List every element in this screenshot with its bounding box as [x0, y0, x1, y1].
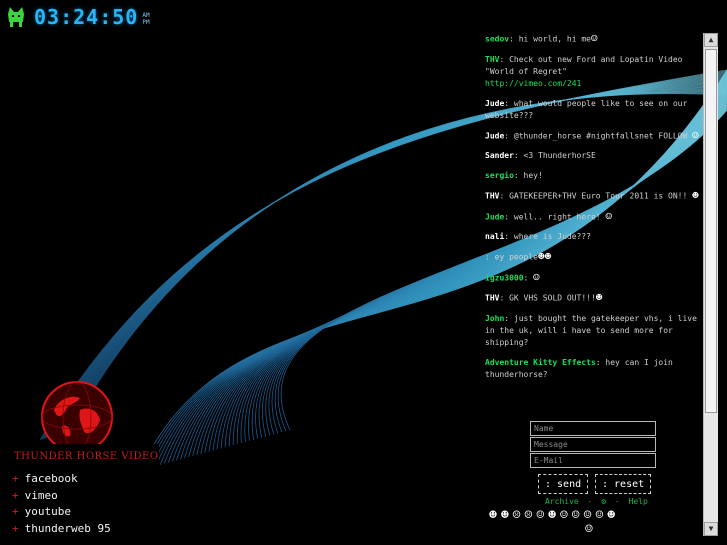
chat-message: nali: where is Jude??? [485, 232, 591, 241]
chat-message: Sander: <3 ThunderhorSE [485, 151, 596, 160]
top-bar: 03:24:50 AM PM [6, 5, 150, 29]
clock-pm: PM [142, 19, 150, 26]
smiley-icon[interactable]: ☻ [548, 508, 556, 523]
chat-text: Check out new Ford and Lopatin Video "Wo… [485, 54, 683, 76]
nav-list: + facebook + vimeo + youtube + thunderweb 95 [12, 471, 111, 537]
chat-text: : ey people [485, 252, 538, 262]
globe-logo-icon[interactable] [40, 380, 114, 454]
smiley-icon: ☺ [533, 270, 540, 284]
plus-icon: + [12, 488, 19, 502]
nav-item-label: thunderweb 95 [24, 521, 111, 535]
smiley-icon: ☻ [595, 291, 603, 304]
smiley-icon: ☺ [605, 209, 613, 223]
reset-button[interactable]: : reset [595, 474, 652, 494]
nav-item-facebook[interactable]: + facebook [12, 471, 111, 488]
settings-icon[interactable]: ⚙ [601, 497, 606, 506]
chat-text: hey! [523, 171, 543, 180]
chat-username[interactable]: John [485, 314, 504, 323]
smiley-icon: ☺ [590, 33, 598, 45]
chat-text: @thunder_horse #nightfallsnet FOLLOW [513, 131, 688, 140]
plus-icon: + [12, 505, 19, 518]
chat-username[interactable]: Jude [485, 131, 504, 140]
message-field[interactable] [530, 437, 656, 452]
email-field[interactable] [530, 453, 656, 468]
smiley-icon[interactable]: ☹ [513, 508, 521, 523]
chat-scrollbar[interactable]: ▲ ▼ [703, 33, 718, 536]
chat-message: Jude: what would people like to see on o… [485, 98, 688, 120]
smiley-icon[interactable]: ☺ [560, 508, 568, 523]
smiley-icon[interactable]: ☻ [489, 508, 497, 523]
smiley-icon[interactable]: ☺ [585, 522, 593, 537]
chat-username[interactable]: THV [485, 55, 499, 64]
chat-message: sergio: hey! [485, 171, 543, 180]
chat-text: just bought the gatekeeper vhs, i live i… [485, 313, 697, 347]
chat-username[interactable]: THV [485, 294, 499, 303]
archive-link[interactable]: Archive [545, 497, 579, 506]
chat-message: John: just bought the gatekeeper vhs, i … [485, 313, 697, 347]
site-nav: THUNDER HORSE VIDEO + facebook + vimeo + yo… [6, 444, 159, 540]
smiley-icon[interactable]: ☺ [572, 508, 580, 523]
clock-am: AM [142, 12, 150, 19]
nav-item-vimeo[interactable]: + vimeo [12, 488, 111, 505]
chat-username[interactable]: Adventure Kitty Effects [485, 358, 596, 367]
chat-message: THV: Check out new Ford and Lopatin Vide… [485, 54, 683, 88]
chat-username[interactable]: Jude [485, 99, 504, 108]
chat-username[interactable]: igzu3000 [485, 273, 524, 282]
nav-item-thunderweb[interactable]: + thunderweb 95 [12, 521, 111, 538]
chat-message: Jude: well.. right here! ☺ [485, 209, 613, 223]
plus-icon: + [12, 472, 19, 485]
chat-message: sedov: hi world, hi me☺ [485, 33, 598, 45]
clock-time: 03:24:50 [34, 5, 139, 29]
chat-text: hi world, hi me [518, 34, 591, 44]
chat-message: Jude: @thunder_horse #nightfallsnet FOLL… [485, 128, 699, 142]
smiley-icon[interactable]: ☺ [536, 508, 544, 523]
chat-username[interactable]: sergio [485, 171, 514, 180]
name-field[interactable] [530, 421, 656, 436]
footer-separator: - [614, 497, 620, 506]
smiley-icon: ☻ [692, 189, 699, 202]
chat-username[interactable]: THV [485, 192, 499, 201]
chat-text: well.. right here! [513, 212, 601, 221]
chat-username[interactable]: Jude [485, 212, 504, 221]
chat-link[interactable]: http://vimeo.com/241 [485, 79, 581, 88]
nav-item-youtube[interactable]: + youtube [12, 504, 111, 521]
chat-username[interactable]: sedov [485, 35, 509, 44]
chat-text: what would people like to see on our web… [485, 98, 688, 120]
scroll-thumb[interactable] [705, 49, 717, 413]
smiley-icon[interactable]: ☹ [524, 508, 532, 523]
nav-item-label: facebook [24, 472, 78, 485]
nav-item-label: youtube [24, 505, 71, 518]
nav-item-label: vimeo [24, 488, 58, 502]
plus-icon: + [12, 521, 19, 535]
brand-title[interactable]: THUNDER HORSE VIDEO [14, 451, 159, 462]
chat-text: where is Jude??? [513, 232, 591, 241]
chat-text: GK VHS SOLD OUT!!! [509, 293, 596, 303]
chat-username[interactable]: Sander [485, 151, 514, 160]
help-link[interactable]: Help [629, 497, 648, 506]
scroll-down-button[interactable]: ▼ [704, 522, 718, 536]
send-button[interactable]: : send [538, 474, 589, 494]
chat-message: THV: GATEKEEPER+THV Euro Tour 2011 is ON… [485, 189, 699, 202]
smiley-icon[interactable]: ☺ [595, 508, 603, 523]
footer-separator: - [587, 497, 593, 506]
chat-text: GATEKEEPER+THV Euro Tour 2011 is ON!! [509, 191, 688, 201]
smiley-icon[interactable]: ☺ [584, 508, 592, 523]
cat-logo-icon[interactable] [6, 6, 26, 28]
chat-text: <3 ThunderhorSE [523, 151, 596, 160]
scroll-up-button[interactable]: ▲ [704, 33, 718, 47]
chat-form [530, 421, 656, 469]
smiley-icon[interactable]: ☻ [501, 508, 509, 523]
smiley-icon[interactable]: ☻ [607, 508, 615, 523]
smiley-picker: ☻ ☻ ☹ ☹ ☺ ☻ ☺ ☺ ☺ ☺ ☻ [489, 508, 615, 523]
chat-message: THV: GK VHS SOLD OUT!!!☻ [485, 291, 603, 304]
clock-ampm: AM PM [142, 12, 149, 26]
chat-footer-links: Archive - ⚙ - Help [543, 497, 650, 506]
chat-message: Adventure Kitty Effects: hey can I join … [485, 357, 673, 379]
chat-message: igzu3000: ☺ [485, 270, 540, 284]
chat-username[interactable]: nali [485, 232, 504, 241]
smiley-icon: ☺ [692, 128, 699, 142]
smiley-icon: ☻☻ [537, 250, 552, 263]
chat-message: : ey people☻☻ [485, 251, 703, 264]
